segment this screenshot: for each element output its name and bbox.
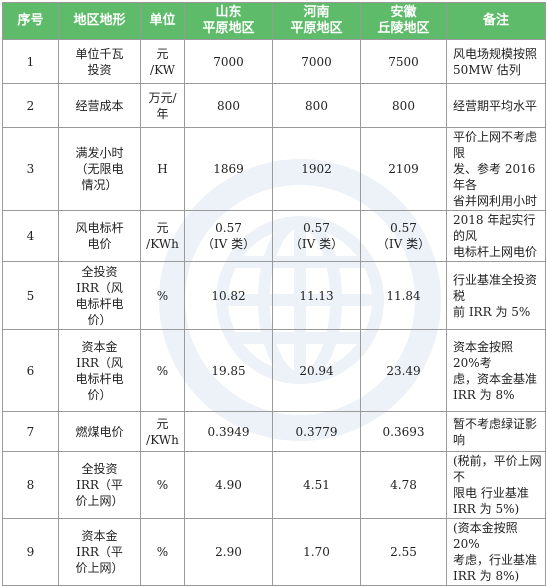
cell-henan: 11.13 xyxy=(272,261,361,330)
header-note: 备注 xyxy=(446,2,546,40)
cell-item: 资本金 IRR（平 价上网） xyxy=(58,518,141,586)
cell-henan: 4.51 xyxy=(272,451,361,519)
cell-no: 7 xyxy=(2,411,59,452)
cell-note: (税前，平价上网不 限电 行业基准 IRR 为 5%) xyxy=(446,451,546,519)
cell-no: 8 xyxy=(2,451,59,519)
cell-item: 单位千瓦 投资 xyxy=(58,39,141,84)
cell-no: 6 xyxy=(2,329,59,412)
table-row: 4 风电标杆 电价 元 /KWh 0.57 （IV 类） 0.57 （IV 类）… xyxy=(2,210,546,262)
table-row: 6 资本金 IRR（风 电标杆电 价） % 19.85 20.94 23.49 … xyxy=(2,329,546,412)
cell-note: 行业基准全投资税 前 IRR 为 5% xyxy=(446,261,546,330)
cell-anhui: 0.57 （IV 类） xyxy=(360,210,447,262)
cell-unit: 万元/ 年 xyxy=(140,83,185,128)
cell-henan: 800 xyxy=(272,83,361,128)
cell-unit: 元 /KWh xyxy=(140,411,185,452)
header-row: 序号 地区地形 单位 山东 平原地区 河南 平原地区 安徽 丘陵地区 备注 xyxy=(2,2,546,40)
cell-unit: 元 /KW xyxy=(140,39,185,84)
cell-shandong: 1869 xyxy=(184,127,273,211)
cell-no: 9 xyxy=(2,518,59,586)
cell-anhui: 2.55 xyxy=(360,518,447,586)
cell-note: 资本金按照 20%考 虑，资本金基准 IRR 为 8% xyxy=(446,329,546,412)
cell-anhui: 23.49 xyxy=(360,329,447,412)
cell-item: 全投资 IRR（平 价上网） xyxy=(58,451,141,519)
cell-anhui: 0.3693 xyxy=(360,411,447,452)
cell-note: 2018 年起实行的风 电标杆上网电价 xyxy=(446,210,546,262)
cell-henan: 1902 xyxy=(272,127,361,211)
cell-unit: % xyxy=(140,451,185,519)
cell-anhui: 7500 xyxy=(360,39,447,84)
cell-note: 暂不考虑绿证影响 xyxy=(446,411,546,452)
header-no: 序号 xyxy=(2,2,59,40)
header-item: 地区地形 xyxy=(58,2,141,40)
cell-shandong: 0.57 （IV 类） xyxy=(184,210,273,262)
cell-item: 全投资 IRR（风 电标杆电 价） xyxy=(58,261,141,330)
cell-item: 资本金 IRR（风 电标杆电 价） xyxy=(58,329,141,412)
cell-henan: 0.57 （IV 类） xyxy=(272,210,361,262)
cell-shandong: 10.82 xyxy=(184,261,273,330)
header-henan: 河南 平原地区 xyxy=(272,2,361,40)
table-row: 5 全投资 IRR（风 电标杆电 价） % 10.82 11.13 11.84 … xyxy=(2,261,546,330)
table-row: 9 资本金 IRR（平 价上网） % 2.90 1.70 2.55 (资本金按照… xyxy=(2,518,546,586)
cell-shandong: 4.90 xyxy=(184,451,273,519)
cell-no: 5 xyxy=(2,261,59,330)
cell-anhui: 800 xyxy=(360,83,447,128)
table-row: 8 全投资 IRR（平 价上网） % 4.90 4.51 4.78 (税前，平价… xyxy=(2,451,546,519)
table-row: 7 燃煤电价 元 /KWh 0.3949 0.3779 0.3693 暂不考虑绿… xyxy=(2,411,546,452)
cell-unit: % xyxy=(140,329,185,412)
header-anhui: 安徽 丘陵地区 xyxy=(360,2,447,40)
cell-no: 2 xyxy=(2,83,59,128)
cell-note: 经营期平均水平 xyxy=(446,83,546,128)
cell-no: 3 xyxy=(2,127,59,211)
cell-shandong: 800 xyxy=(184,83,273,128)
cell-item: 风电标杆 电价 xyxy=(58,210,141,262)
cell-unit: H xyxy=(140,127,185,211)
comparison-table: 序号 地区地形 单位 山东 平原地区 河南 平原地区 安徽 丘陵地区 备注 1 … xyxy=(2,2,546,586)
cell-item: 满发小时 （无限电 情况） xyxy=(58,127,141,211)
cell-shandong: 19.85 xyxy=(184,329,273,412)
cell-note: (资本金按照 20% 考虑，行业基准 IRR 为 8%) xyxy=(446,518,546,586)
cell-item: 经营成本 xyxy=(58,83,141,128)
cell-unit: 元 /KWh xyxy=(140,210,185,262)
cell-anhui: 4.78 xyxy=(360,451,447,519)
cell-shandong: 2.90 xyxy=(184,518,273,586)
cell-shandong: 0.3949 xyxy=(184,411,273,452)
header-unit: 单位 xyxy=(140,2,185,40)
table-row: 3 满发小时 （无限电 情况） H 1869 1902 2109 平价上网不考虑… xyxy=(2,127,546,211)
cell-note: 平价上网不考虑限 发、参考 2016 年各 省并网利用小时 xyxy=(446,127,546,211)
table-row: 1 单位千瓦 投资 元 /KW 7000 7000 7500 风电场规模按照 5… xyxy=(2,39,546,84)
cell-item: 燃煤电价 xyxy=(58,411,141,452)
table-row: 2 经营成本 万元/ 年 800 800 800 经营期平均水平 xyxy=(2,83,546,128)
cell-no: 4 xyxy=(2,210,59,262)
header-shandong: 山东 平原地区 xyxy=(184,2,273,40)
cell-no: 1 xyxy=(2,39,59,84)
cell-henan: 1.70 xyxy=(272,518,361,586)
cell-henan: 20.94 xyxy=(272,329,361,412)
cell-henan: 0.3779 xyxy=(272,411,361,452)
cell-anhui: 11.84 xyxy=(360,261,447,330)
cell-unit: % xyxy=(140,261,185,330)
cell-unit: % xyxy=(140,518,185,586)
cell-anhui: 2109 xyxy=(360,127,447,211)
cell-note: 风电场规模按照 50MW 估列 xyxy=(446,39,546,84)
cell-shandong: 7000 xyxy=(184,39,273,84)
cell-henan: 7000 xyxy=(272,39,361,84)
